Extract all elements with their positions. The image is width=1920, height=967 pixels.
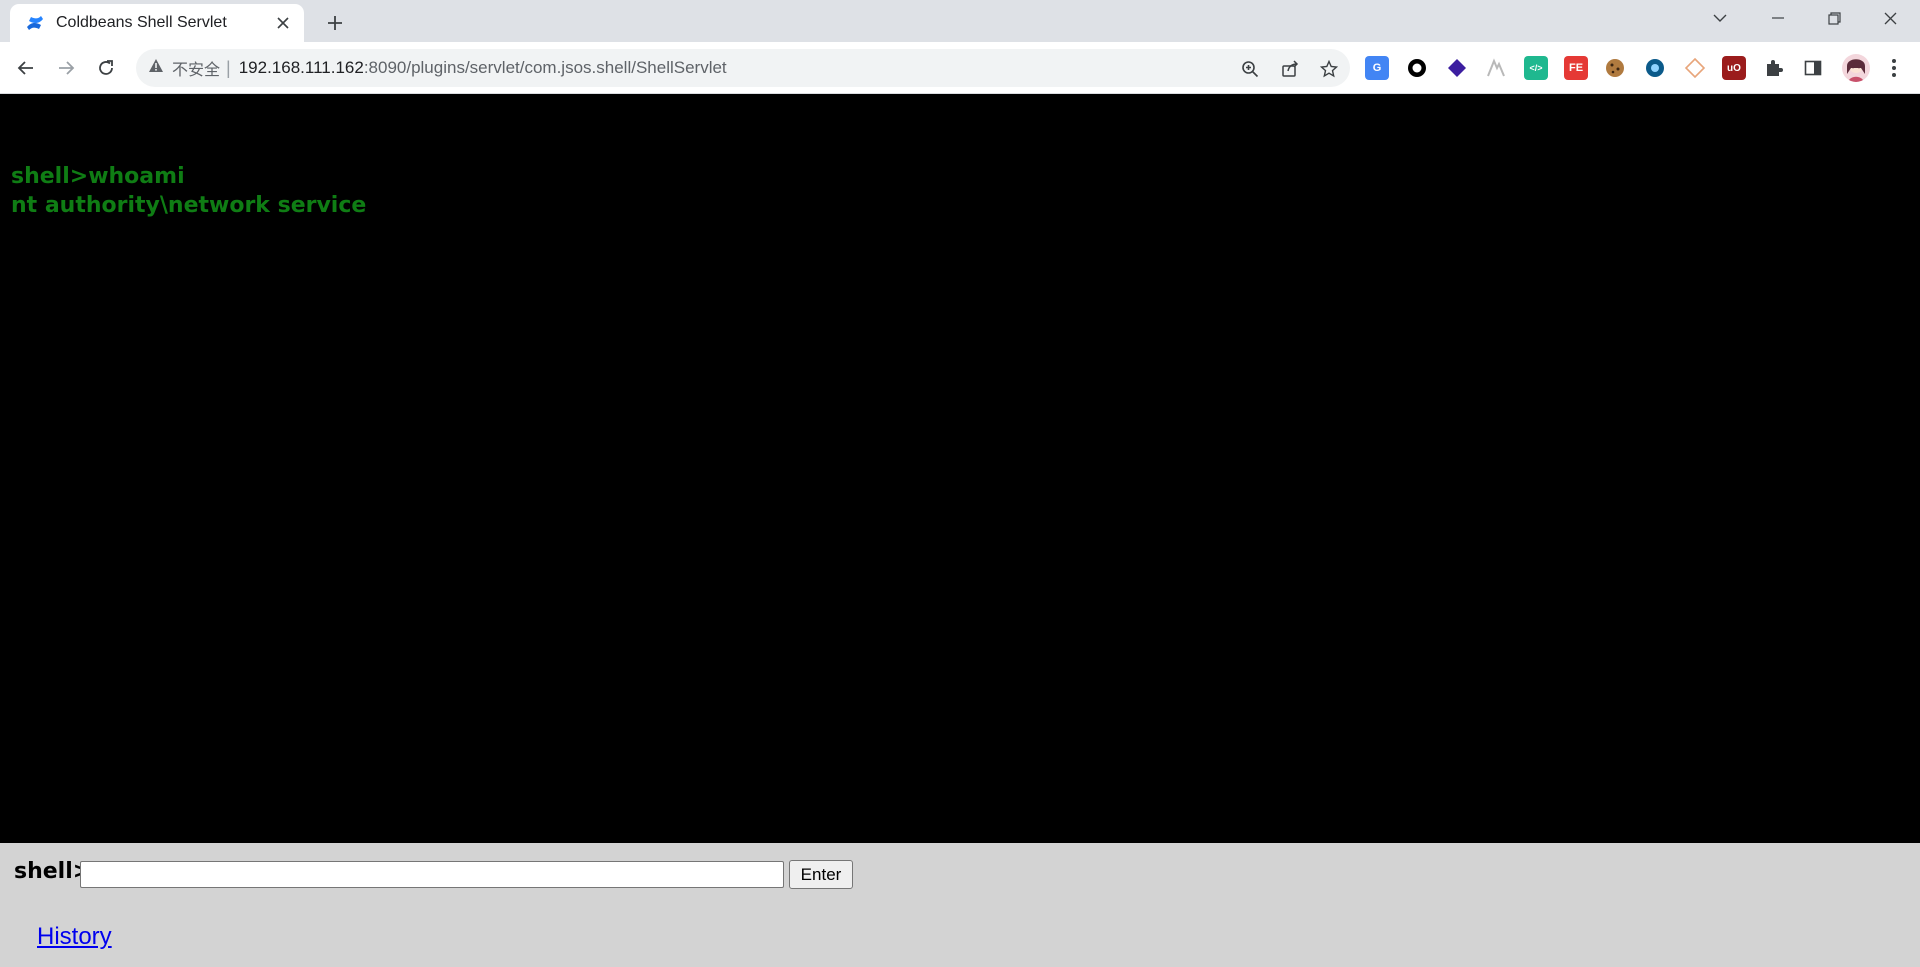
shell-output-frame: shell>whoami nt authority\network servic… bbox=[0, 94, 1920, 843]
warning-icon[interactable] bbox=[148, 58, 164, 78]
tab-search-chevron-icon[interactable] bbox=[1692, 0, 1748, 36]
extensions-puzzle-icon[interactable] bbox=[1762, 56, 1786, 80]
confluence-icon bbox=[24, 12, 46, 34]
translate-extension-icon[interactable]: G bbox=[1365, 56, 1389, 80]
vpn-extension-icon[interactable] bbox=[1643, 56, 1667, 80]
layers-extension-icon[interactable] bbox=[1445, 56, 1469, 80]
security-label[interactable]: 不安全 bbox=[172, 56, 220, 80]
tab-strip: Coldbeans Shell Servlet bbox=[0, 0, 1920, 42]
tab-close-icon[interactable] bbox=[272, 12, 294, 34]
bookmark-star-icon[interactable] bbox=[1318, 58, 1340, 80]
new-tab-button[interactable] bbox=[320, 8, 350, 38]
shell-input-frame: shell> Enter History bbox=[0, 843, 1920, 967]
zoom-icon[interactable] bbox=[1239, 58, 1261, 80]
profile-avatar[interactable] bbox=[1842, 54, 1870, 82]
restore-button[interactable] bbox=[1806, 0, 1862, 36]
address-separator: | bbox=[226, 57, 231, 78]
command-input[interactable] bbox=[80, 861, 784, 888]
browser-menu-icon[interactable] bbox=[1882, 56, 1906, 80]
enter-button[interactable]: Enter bbox=[789, 860, 853, 889]
history-link[interactable]: History bbox=[37, 923, 112, 951]
address-bar[interactable]: 不安全 | 192.168.111.162:8090/plugins/servl… bbox=[136, 49, 1350, 87]
reload-button[interactable] bbox=[88, 50, 124, 86]
close-window-button[interactable] bbox=[1862, 0, 1918, 36]
url-path: :8090/plugins/servlet/com.jsos.shell/She… bbox=[363, 58, 727, 77]
url-text[interactable]: 192.168.111.162:8090/plugins/servlet/com… bbox=[239, 58, 727, 78]
cookie-extension-icon[interactable] bbox=[1603, 56, 1627, 80]
console-line-command: shell>whoami bbox=[11, 164, 185, 189]
code-extension-icon[interactable]: </> bbox=[1524, 56, 1548, 80]
mountain-extension-icon[interactable] bbox=[1484, 56, 1508, 80]
minimize-button[interactable] bbox=[1750, 0, 1806, 36]
console-line-output: nt authority\network service bbox=[11, 193, 367, 218]
side-panel-icon[interactable] bbox=[1801, 56, 1825, 80]
forward-button[interactable] bbox=[48, 50, 84, 86]
share-icon[interactable] bbox=[1279, 58, 1301, 80]
circle-extension-icon[interactable] bbox=[1405, 56, 1429, 80]
tab-title: Coldbeans Shell Servlet bbox=[56, 14, 227, 31]
url-host: 192.168.111.162 bbox=[238, 58, 364, 77]
diamond-extension-icon[interactable] bbox=[1683, 56, 1707, 80]
browser-tab[interactable]: Coldbeans Shell Servlet bbox=[10, 4, 304, 42]
fe-extension-icon[interactable]: FE bbox=[1564, 56, 1588, 80]
browser-toolbar: 不安全 | 192.168.111.162:8090/plugins/servl… bbox=[0, 42, 1920, 94]
ublock-extension-icon[interactable]: uO bbox=[1722, 56, 1746, 80]
back-button[interactable] bbox=[8, 50, 44, 86]
